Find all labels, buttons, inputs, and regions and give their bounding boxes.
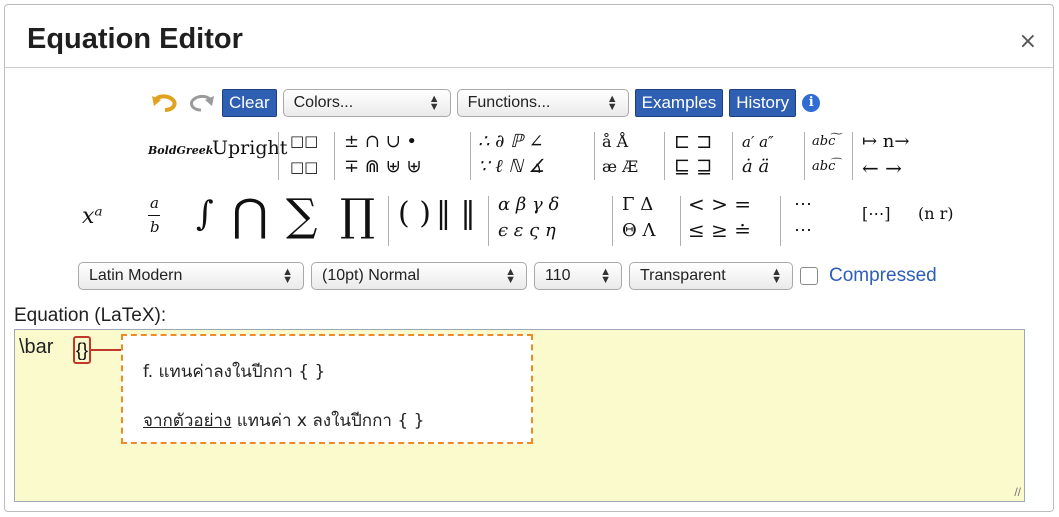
- size-select-label: (10pt) Normal: [322, 267, 420, 284]
- subset-top-button[interactable]: ⊏ ⊐: [674, 131, 712, 153]
- separator: [278, 132, 279, 180]
- chevron-updown-icon: ▲ ▼: [600, 266, 611, 286]
- dpi-select-label: 110: [545, 267, 571, 284]
- separator: [488, 196, 489, 246]
- wide-bottom-button[interactable]: abc͡: [812, 159, 835, 174]
- font-select-label: Latin Modern: [89, 267, 183, 284]
- relation-top-button[interactable]: < > =: [688, 192, 751, 216]
- dpi-select[interactable]: 110 ▲ ▼: [534, 262, 622, 290]
- dots-top-button[interactable]: ⋯: [794, 194, 812, 215]
- greek-top-button[interactable]: α β γ δ: [498, 194, 559, 215]
- toolbar: Clear Colors... ▲ ▼ Functions... ▲ ▼ Examp…: [150, 88, 821, 118]
- greek-bottom-button[interactable]: ϵ ε ς η: [498, 220, 556, 241]
- prime-bottom-button[interactable]: ȧ ä: [742, 156, 769, 177]
- sum-button[interactable]: ∑: [286, 190, 317, 241]
- separator: [334, 132, 335, 180]
- separator: [594, 132, 595, 180]
- power-button[interactable]: xᵃ: [82, 204, 103, 229]
- separator: [732, 132, 733, 180]
- functions-select[interactable]: Functions... ▲ ▼: [456, 89, 629, 117]
- relation-bottom-button[interactable]: ≤ ≥ ≐: [688, 218, 751, 242]
- cap-greek-bottom-button[interactable]: Θ Λ: [622, 220, 655, 241]
- size-select[interactable]: (10pt) Normal ▲ ▼: [311, 262, 527, 290]
- equation-label: Equation (LaTeX):: [14, 305, 167, 326]
- wide-top-button[interactable]: abc͠: [812, 134, 835, 149]
- colors-select-label: Colors...: [293, 94, 354, 111]
- titlebar: Equation Editor ×: [5, 5, 1053, 68]
- info-icon[interactable]: i: [802, 94, 821, 112]
- separator: [680, 196, 681, 246]
- dialog-title: Equation Editor: [27, 23, 243, 55]
- callout-example-label: จากตัวอย่าง: [143, 411, 232, 431]
- separator: [804, 132, 805, 180]
- dots-bottom-button[interactable]: ⋯: [794, 220, 812, 241]
- latex-editor[interactable]: \bar {} f. แทนค่าลงในปีกกา { } จากตัวอย่…: [14, 329, 1025, 502]
- highlighted-braces: {}: [73, 336, 91, 364]
- fraction-denominator[interactable]: b: [150, 218, 160, 236]
- background-select-label: Transparent: [640, 267, 726, 284]
- colors-select[interactable]: Colors... ▲ ▼: [282, 89, 451, 117]
- callout-line-2-rest: แทนค่า x ลงในปีกกา { }: [231, 411, 425, 431]
- ops-top-button[interactable]: ± ∩ ∪ •: [344, 131, 417, 152]
- options-row: Latin Modern ▲ ▼ (10pt) Normal ▲ ▼ 110 ▲ ▼ …: [78, 262, 937, 290]
- callout-line-2: จากตัวอย่าง แทนค่า x ลงในปีกกา { }: [143, 407, 424, 434]
- product-button[interactable]: ∏: [340, 190, 375, 241]
- separator: [612, 196, 613, 246]
- integral-button[interactable]: ∫: [196, 194, 214, 234]
- logic-top-button[interactable]: ∴ ∂ ℙ ∠: [478, 131, 544, 152]
- accent-bottom-button[interactable]: æ Æ: [602, 157, 638, 176]
- chevron-updown-icon: ▲ ▼: [771, 266, 782, 286]
- separator: [852, 132, 853, 180]
- redo-icon[interactable]: [186, 90, 216, 116]
- arrow-top-button[interactable]: ↦ n→: [862, 131, 909, 152]
- history-button[interactable]: History: [729, 89, 797, 117]
- ops-bottom-button[interactable]: ∓ ⋒ ⊎ ⊎: [344, 156, 422, 177]
- chevron-updown-icon: ▲ ▼: [428, 93, 440, 113]
- close-icon[interactable]: ×: [1019, 29, 1037, 54]
- prime-top-button[interactable]: a′ a″: [742, 133, 774, 151]
- undo-icon[interactable]: [150, 90, 180, 116]
- background-select[interactable]: Transparent ▲ ▼: [629, 262, 793, 290]
- boxes-top-button[interactable]: □□: [290, 132, 318, 150]
- functions-select-label: Functions...: [467, 94, 551, 111]
- cap-greek-top-button[interactable]: Γ Δ: [622, 194, 653, 215]
- examples-button[interactable]: Examples: [634, 89, 724, 117]
- separator: [470, 132, 471, 180]
- instruction-callout: f. แทนค่าลงในปีกกา { } จากตัวอย่าง แทนค่…: [121, 334, 533, 444]
- chevron-updown-icon: ▲ ▼: [505, 266, 516, 286]
- chevron-updown-icon: ▲ ▼: [282, 266, 293, 286]
- binomial-button[interactable]: (n r): [918, 204, 954, 223]
- arrow-bottom-button[interactable]: ← →: [862, 156, 902, 180]
- separator: [664, 132, 665, 180]
- separator: [780, 196, 781, 246]
- clear-button[interactable]: Clear: [222, 89, 277, 117]
- logic-bottom-button[interactable]: ∵ ℓ ℕ ∡: [478, 156, 545, 177]
- bigcap-button[interactable]: ⋂: [232, 190, 268, 241]
- norm-button[interactable]: ‖ ‖: [436, 196, 476, 231]
- upright-button[interactable]: Upright: [212, 137, 287, 159]
- matrix-button[interactable]: [⋯]: [862, 204, 890, 223]
- symbol-palette-row1: BoldGreek Upright □□ □□ ± ∩ ∪ • ∓ ⋒ ⊎ ⊎ …: [0, 130, 1059, 186]
- compressed-checkbox[interactable]: [800, 267, 818, 285]
- chevron-updown-icon: ▲ ▼: [606, 93, 618, 113]
- fraction-bar: [148, 215, 160, 216]
- boxes-bottom-button[interactable]: □□: [290, 158, 318, 176]
- parentheses-button[interactable]: ( ): [398, 196, 431, 231]
- symbol-palette-row2: xᵃ a b ∫ ⋂ ∑ ∏ ( ) ‖ ‖ α β γ δ ϵ ε ς η Γ…: [0, 190, 1059, 250]
- subset-bottom-button[interactable]: ⊑ ⊒: [674, 156, 712, 178]
- fraction-numerator[interactable]: a: [150, 194, 159, 212]
- accent-top-button[interactable]: å Å: [602, 132, 628, 151]
- compressed-label[interactable]: Compressed: [829, 265, 937, 287]
- separator: [388, 196, 389, 246]
- resize-handle-icon[interactable]: //: [1014, 485, 1021, 499]
- font-select[interactable]: Latin Modern ▲ ▼: [78, 262, 304, 290]
- callout-line-1: f. แทนค่าลงในปีกกา { }: [143, 362, 326, 382]
- latex-text: \bar: [19, 336, 54, 358]
- boldgreek-button[interactable]: BoldGreek: [148, 144, 213, 157]
- callout-connector: [91, 349, 121, 351]
